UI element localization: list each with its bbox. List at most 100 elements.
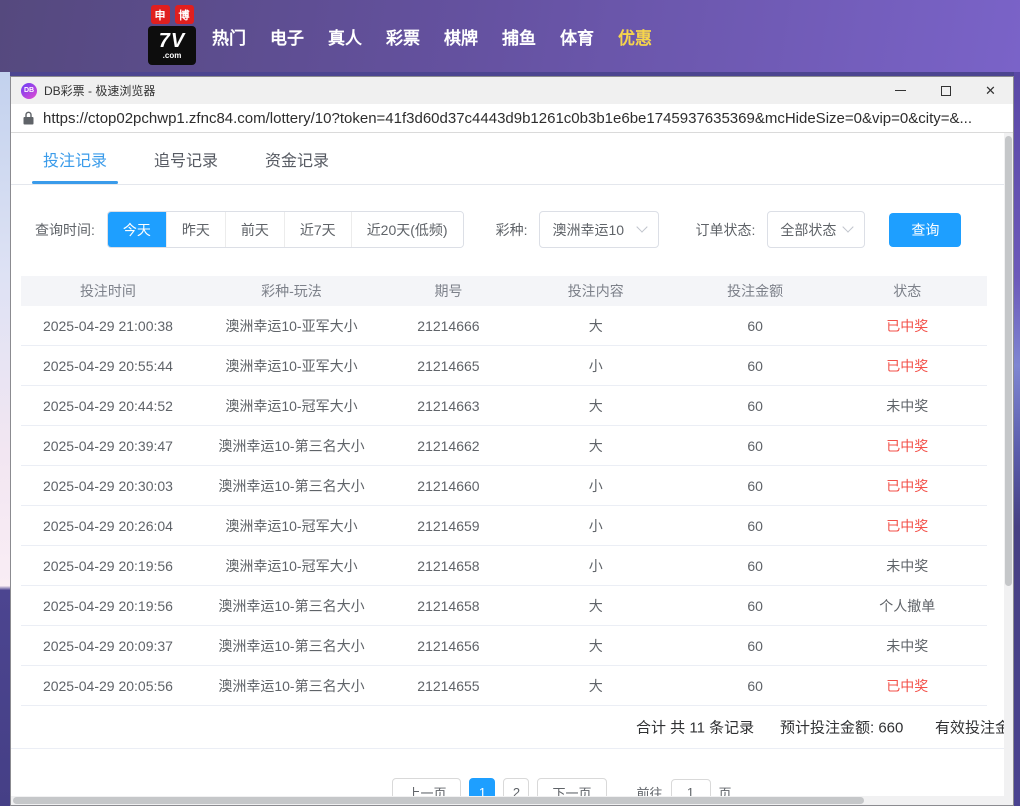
time-option-1[interactable]: 今天 [108, 212, 166, 247]
tab-1[interactable]: 投注记录 [38, 133, 112, 184]
cell-game: 澳洲幸运10-第三名大小 [195, 676, 388, 696]
cell-amount: 60 [683, 678, 828, 694]
bet-records-table: 投注时间彩种-玩法期号投注内容投注金额状态 2025-04-29 21:00:3… [21, 276, 987, 706]
summary-total: 合计 共 11 条记录 [636, 717, 754, 738]
browser-window: DB DB彩票 - 极速浏览器 ✕ https://ctop02pchwp1.z… [10, 76, 1014, 806]
logo-badge-left: 申 [151, 5, 170, 24]
nav-item-2[interactable]: 电子 [270, 24, 304, 49]
cell-game: 澳洲幸运10-第三名大小 [195, 636, 388, 656]
cell-amount: 60 [683, 358, 828, 374]
time-filter-group: 今天昨天前天近7天近20天(低频) [107, 211, 464, 248]
db-favicon-icon: DB [21, 83, 37, 99]
nav-item-3[interactable]: 真人 [328, 24, 362, 49]
cell-content: 大 [509, 396, 683, 416]
order-status-label: 订单状态: [695, 220, 755, 240]
lock-icon [23, 111, 34, 125]
cell-amount: 60 [683, 438, 828, 454]
cell-amount: 60 [683, 638, 828, 654]
header-cell-4: 投注内容 [509, 281, 683, 301]
horizontal-scrollbar [11, 796, 1004, 805]
cell-status: 未中奖 [828, 636, 987, 656]
nav-item-8[interactable]: 优惠 [618, 24, 652, 49]
nav-item-4[interactable]: 彩票 [386, 24, 420, 49]
cell-game: 澳洲幸运10-亚军大小 [195, 356, 388, 376]
filter-row: 查询时间: 今天昨天前天近7天近20天(低频) 彩种: 澳洲幸运10 订单状态:… [11, 211, 1013, 248]
window-titlebar[interactable]: DB DB彩票 - 极速浏览器 ✕ [11, 77, 1013, 104]
cell-time: 2025-04-29 20:19:56 [21, 598, 195, 614]
header-cell-3: 期号 [388, 281, 509, 301]
horizontal-scrollbar-thumb[interactable] [13, 797, 864, 804]
table-row: 2025-04-29 20:30:03澳洲幸运10-第三名大小21214660小… [21, 466, 987, 506]
nav-item-5[interactable]: 棋牌 [444, 24, 478, 49]
table-row: 2025-04-29 20:26:04澳洲幸运10-冠军大小21214659小6… [21, 506, 987, 546]
site-top-nav: 申 博 7V .com 热门电子真人彩票棋牌捕鱼体育优惠 [0, 0, 1020, 72]
cell-time: 2025-04-29 20:55:44 [21, 358, 195, 374]
order-status-select[interactable]: 全部状态 [767, 211, 865, 248]
tab-2[interactable]: 追号记录 [149, 133, 223, 184]
cell-game: 澳洲幸运10-第三名大小 [195, 476, 388, 496]
table-row: 2025-04-29 20:19:56澳洲幸运10-冠军大小21214658小6… [21, 546, 987, 586]
summary-row: 合计 共 11 条记录 预计投注金额: 660 有效投注金额 [11, 706, 1013, 749]
minimize-button[interactable] [878, 77, 923, 104]
cell-time: 2025-04-29 20:30:03 [21, 478, 195, 494]
cell-issue: 21214662 [388, 438, 509, 454]
summary-valid-amount: 有效投注金额 [935, 717, 1013, 738]
nav-item-6[interactable]: 捕鱼 [502, 24, 536, 49]
cell-status: 个人撤单 [828, 596, 987, 616]
page-content: 投注记录追号记录资金记录 查询时间: 今天昨天前天近7天近20天(低频) 彩种:… [11, 133, 1013, 805]
header-cell-5: 投注金额 [683, 281, 828, 301]
time-option-4[interactable]: 近7天 [284, 212, 351, 247]
cell-content: 大 [509, 676, 683, 696]
time-filter-label: 查询时间: [35, 220, 95, 240]
table-body: 2025-04-29 21:00:38澳洲幸运10-亚军大小21214666大6… [21, 306, 987, 706]
table-row: 2025-04-29 20:19:56澳洲幸运10-第三名大小21214658大… [21, 586, 987, 626]
logo-badge-right: 博 [175, 5, 194, 24]
cell-amount: 60 [683, 518, 828, 534]
logo-mark: 7V .com [148, 26, 196, 65]
cell-game: 澳洲幸运10-第三名大小 [195, 596, 388, 616]
close-button[interactable]: ✕ [968, 77, 1013, 104]
vertical-scrollbar-thumb[interactable] [1005, 136, 1012, 586]
cell-content: 大 [509, 596, 683, 616]
chevron-down-icon [637, 221, 648, 232]
address-bar[interactable]: https://ctop02pchwp1.zfnc84.com/lottery/… [11, 104, 1013, 133]
header-cell-1: 投注时间 [21, 281, 195, 301]
nav-menu: 热门电子真人彩票棋牌捕鱼体育优惠 [212, 0, 652, 72]
cell-time: 2025-04-29 20:44:52 [21, 398, 195, 414]
cell-status: 已中奖 [828, 476, 987, 496]
cell-content: 大 [509, 636, 683, 656]
tab-3[interactable]: 资金记录 [260, 133, 334, 184]
nav-item-1[interactable]: 热门 [212, 24, 246, 49]
cell-game: 澳洲幸运10-冠军大小 [195, 516, 388, 536]
header-cell-6: 状态 [828, 281, 987, 301]
cell-issue: 21214658 [388, 558, 509, 574]
cell-content: 大 [509, 316, 683, 336]
cell-time: 2025-04-29 20:19:56 [21, 558, 195, 574]
nav-item-7[interactable]: 体育 [560, 24, 594, 49]
maximize-icon [941, 86, 951, 96]
time-option-3[interactable]: 前天 [225, 212, 284, 247]
lottery-select[interactable]: 澳洲幸运10 [539, 211, 659, 248]
url-text: https://ctop02pchwp1.zfnc84.com/lottery/… [43, 110, 972, 127]
maximize-button[interactable] [923, 77, 968, 104]
search-button[interactable]: 查询 [889, 213, 961, 247]
cell-game: 澳洲幸运10-冠军大小 [195, 396, 388, 416]
site-logo[interactable]: 申 博 7V .com [148, 5, 196, 65]
close-icon: ✕ [985, 84, 996, 97]
time-option-2[interactable]: 昨天 [166, 212, 225, 247]
cell-status: 已中奖 [828, 436, 987, 456]
cell-content: 小 [509, 516, 683, 536]
cell-issue: 21214666 [388, 318, 509, 334]
site-background-right [1014, 72, 1020, 806]
table-row: 2025-04-29 20:05:56澳洲幸运10-第三名大小21214655大… [21, 666, 987, 706]
record-tabs: 投注记录追号记录资金记录 [11, 133, 1013, 185]
cell-amount: 60 [683, 318, 828, 334]
cell-game: 澳洲幸运10-第三名大小 [195, 436, 388, 456]
header-cell-2: 彩种-玩法 [195, 281, 388, 301]
cell-time: 2025-04-29 20:26:04 [21, 518, 195, 534]
cell-game: 澳洲幸运10-亚军大小 [195, 316, 388, 336]
table-row: 2025-04-29 21:00:38澳洲幸运10-亚军大小21214666大6… [21, 306, 987, 346]
time-option-5[interactable]: 近20天(低频) [351, 212, 463, 247]
lottery-filter-label: 彩种: [496, 220, 528, 240]
table-row: 2025-04-29 20:55:44澳洲幸运10-亚军大小21214665小6… [21, 346, 987, 386]
